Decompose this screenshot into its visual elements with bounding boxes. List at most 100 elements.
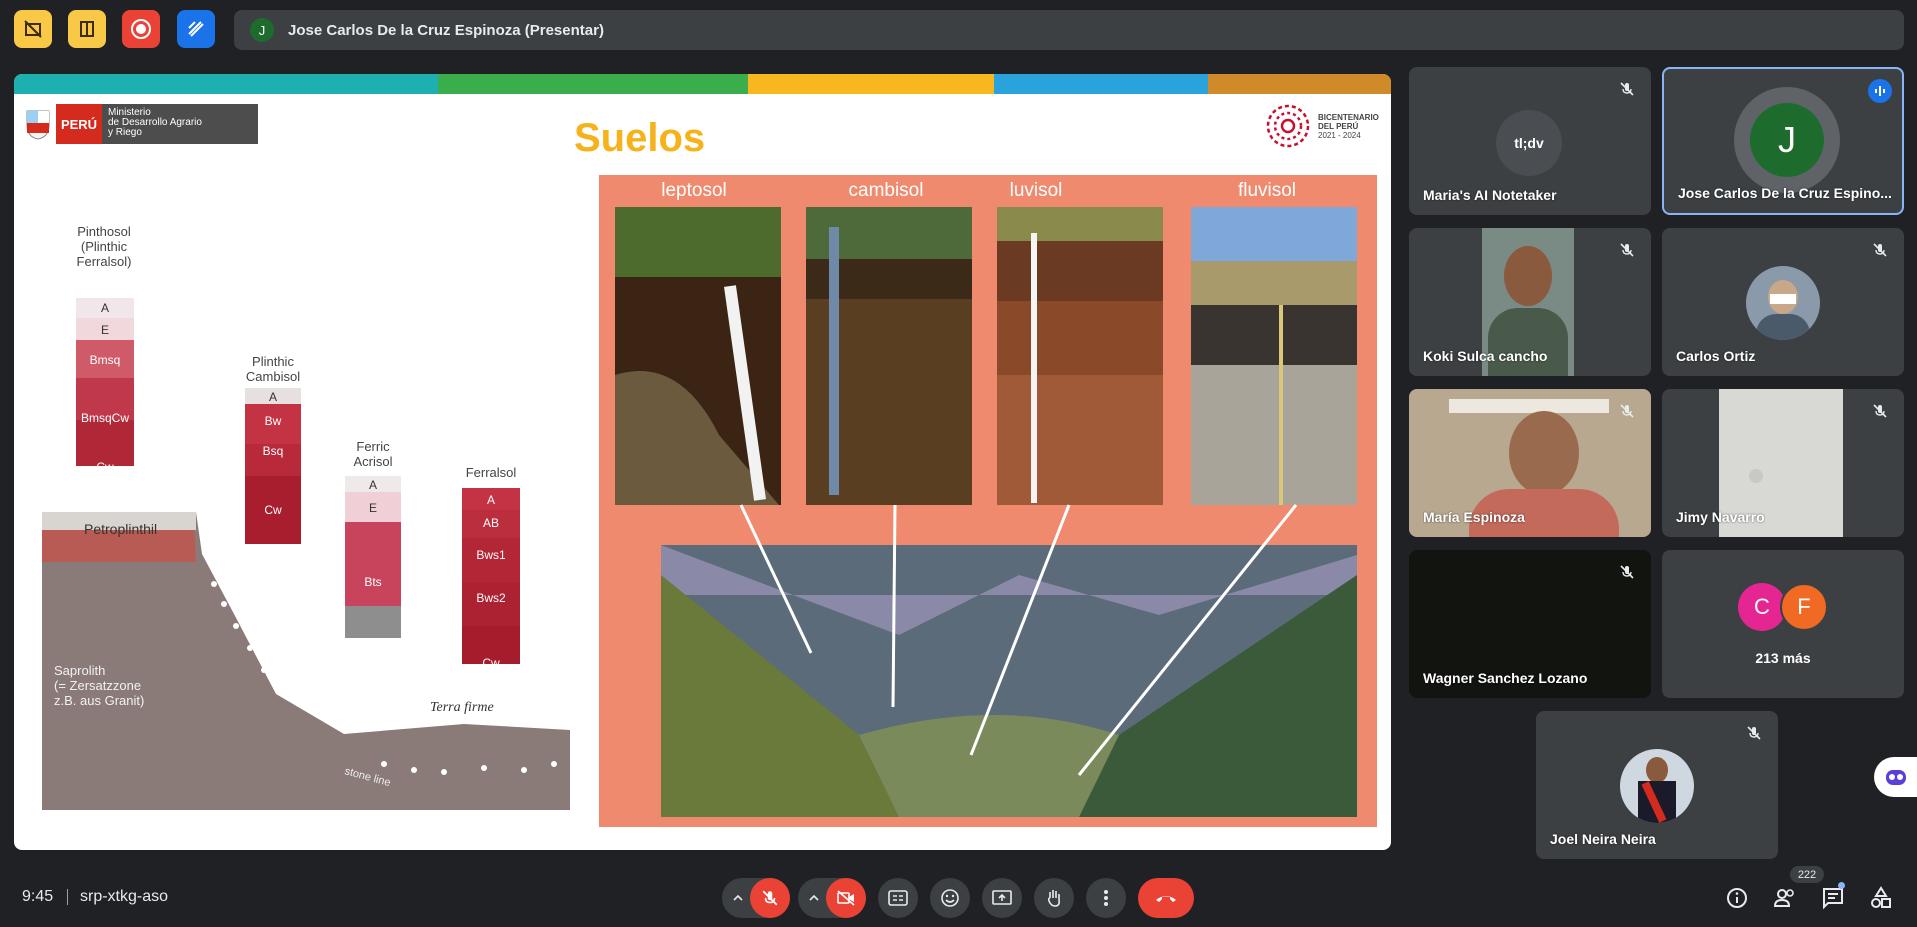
top-bar: J Jose Carlos De la Cruz Espinoza (Prese… — [0, 0, 1917, 60]
notetaker-logo: tl;dv — [1496, 110, 1562, 176]
svg-text:Bws1: Bws1 — [476, 548, 506, 562]
activities-icon[interactable] — [1869, 886, 1893, 910]
recording-icon[interactable] — [122, 10, 160, 48]
profile-pinthosol: Pinthosol (Plinthic Ferralsol) A E Bmsq … — [76, 224, 134, 474]
avatar-letter: J — [1750, 103, 1824, 177]
svg-text:Pinthosol: Pinthosol — [77, 224, 131, 239]
svg-text:(Plinthic: (Plinthic — [81, 239, 128, 254]
hand-icon — [1047, 890, 1060, 907]
chat-notification-dot — [1838, 882, 1845, 889]
mic-off-icon — [1873, 243, 1887, 257]
saprolith-label-1: Saprolith — [54, 663, 105, 678]
people-icon[interactable] — [1773, 886, 1797, 910]
mic-off-icon — [762, 890, 778, 906]
clock-time: 9:45 — [22, 888, 54, 905]
svg-text:Bw: Bw — [265, 414, 282, 428]
saprolith-label-3: z.B. aus Granit) — [54, 693, 144, 708]
profile-plinthic-cambisol: Plinthic Cambisol A Bw Bsq Cw — [245, 354, 301, 544]
participant-name: María Espinoza — [1423, 509, 1525, 525]
soil-photos-panel: leptosol cambisol luvisol fluvisol — [599, 175, 1377, 827]
svg-text:E: E — [101, 323, 109, 337]
participant-name: Jimy Navarro — [1676, 509, 1765, 525]
terra-firme-label: Terra firme — [430, 700, 494, 715]
bicentenario-line2: DEL PERÚ — [1318, 121, 1359, 131]
divider — [67, 889, 68, 905]
presenter-bar[interactable]: J Jose Carlos De la Cruz Espinoza (Prese… — [234, 10, 1904, 50]
closed-captions-icon — [888, 890, 908, 906]
stripe-orange — [1208, 74, 1391, 94]
captions-button[interactable] — [878, 878, 918, 918]
svg-text:Ferric: Ferric — [356, 439, 390, 454]
soil-label-cambisol: cambisol — [849, 180, 924, 201]
mic-off-icon — [1620, 82, 1634, 96]
mic-off-icon — [1620, 404, 1634, 418]
bicentenario-emblem-icon — [1266, 104, 1310, 148]
soil-photos-illustration: leptosol cambisol luvisol fluvisol — [615, 180, 1357, 817]
camera-off-button[interactable] — [826, 878, 866, 918]
soil-label-leptosol: leptosol — [661, 180, 727, 201]
participant-tile-maria[interactable]: María Espinoza — [1409, 389, 1651, 537]
avatar — [1746, 266, 1820, 340]
soil-label-fluvisol: fluvisol — [1238, 180, 1296, 201]
svg-text:Cw: Cw — [264, 503, 282, 517]
svg-text:C: C — [369, 647, 378, 661]
chat-icon[interactable] — [1821, 886, 1845, 910]
caption-off-icon[interactable] — [14, 10, 52, 48]
bottom-bar: 9:45 srp-xtkg-aso — [0, 862, 1917, 927]
svg-text:Cw: Cw — [482, 656, 500, 670]
svg-text:Bws2: Bws2 — [476, 591, 506, 605]
reactions-button[interactable] — [930, 878, 970, 918]
svg-text:A: A — [369, 478, 377, 492]
mic-off-icon — [1620, 565, 1634, 579]
avatar-f: F — [1780, 583, 1828, 631]
participant-tile-jose-carlos[interactable]: J Jose Carlos De la Cruz Espino... — [1662, 67, 1904, 215]
leave-call-button[interactable] — [1138, 878, 1194, 918]
bicentenario-line3: 2021 - 2024 — [1318, 130, 1361, 140]
chevron-up-icon[interactable] — [808, 892, 820, 904]
raise-hand-button[interactable] — [1034, 878, 1074, 918]
participant-tile-more[interactable]: C F 213 más — [1662, 550, 1904, 698]
participant-name: Carlos Ortiz — [1676, 348, 1756, 364]
camera-control[interactable] — [798, 878, 866, 918]
stripe-yellow — [748, 74, 994, 94]
svg-text:BmsqCw: BmsqCw — [81, 411, 129, 425]
participant-tile-jimy[interactable]: Jimy Navarro — [1662, 389, 1904, 537]
whiteboard-icon[interactable] — [177, 10, 215, 48]
assistant-robot-icon[interactable] — [1874, 757, 1917, 797]
participant-tile-joel[interactable]: Joel Neira Neira — [1536, 711, 1778, 859]
chevron-up-icon[interactable] — [732, 892, 744, 904]
speaking-indicator-icon — [1868, 79, 1892, 103]
participant-tile-koki[interactable]: Koki Sulca cancho — [1409, 228, 1651, 376]
present-screen-icon — [992, 890, 1012, 905]
mic-off-button[interactable] — [750, 878, 790, 918]
participant-name: Wagner Sanchez Lozano — [1423, 670, 1588, 686]
svg-text:A: A — [487, 493, 495, 507]
svg-text:Bsq: Bsq — [263, 444, 284, 458]
saprolith-label-2: (= Zersatzzone — [54, 678, 141, 693]
participant-count-badge: 222 — [1790, 866, 1824, 883]
petroplinthil-label: Petroplinthil — [84, 521, 157, 537]
bicentenario-logo: BICENTENARIO DEL PERÚ 2021 - 2024 — [1264, 102, 1388, 150]
svg-text:Bts: Bts — [364, 575, 381, 589]
avatar — [1620, 749, 1694, 823]
more-participants-label: 213 más — [1755, 650, 1811, 666]
svg-text:Ferralsol): Ferralsol) — [77, 254, 132, 269]
svg-text:E: E — [369, 501, 377, 515]
participant-name: Koki Sulca cancho — [1423, 348, 1548, 364]
participant-tile-carlos[interactable]: Carlos Ortiz — [1662, 228, 1904, 376]
participant-tile-wagner[interactable]: Wagner Sanchez Lozano — [1409, 550, 1651, 698]
emoji-icon — [941, 889, 959, 907]
avatar-ring: J — [1734, 87, 1840, 193]
participant-name: Maria's AI Notetaker — [1423, 187, 1557, 203]
svg-text:Cw: Cw — [96, 460, 114, 474]
mic-control[interactable] — [722, 878, 790, 918]
present-button[interactable] — [982, 878, 1022, 918]
camera-off-icon — [837, 890, 855, 906]
companion-mode-icon[interactable] — [68, 10, 106, 48]
more-options-button[interactable] — [1086, 878, 1126, 918]
mic-off-icon — [1747, 726, 1761, 740]
participant-tile-notetaker[interactable]: tl;dv Maria's AI Notetaker — [1409, 67, 1651, 215]
presenter-name: Jose Carlos De la Cruz Espinoza (Present… — [288, 21, 604, 39]
more-vert-icon — [1104, 890, 1108, 906]
info-icon[interactable] — [1725, 886, 1749, 910]
